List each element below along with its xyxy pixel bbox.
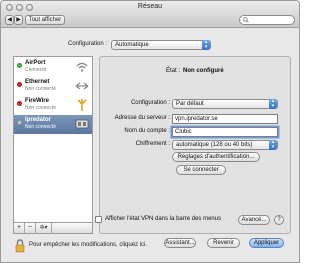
server-address-field[interactable]: vpn.ipredator.se — [172, 114, 278, 124]
window-title: Réseau — [137, 3, 163, 10]
encryption-select[interactable]: automatique (128 ou 40 bits) ▴ ▾ — [172, 140, 278, 150]
service-status: Non connecté — [25, 124, 56, 130]
apply-button[interactable]: Appliquer — [249, 238, 284, 248]
chevron-updown-icon: ▴ ▾ — [269, 140, 277, 150]
wifi-icon — [76, 62, 88, 72]
connect-button[interactable]: Se connecter — [176, 165, 226, 175]
service-name: FireWire — [25, 98, 49, 104]
encryption-label: Chiffrement : — [135, 141, 170, 147]
service-list-toolbar: + − ✲▾ — [13, 223, 93, 234]
chevron-updown-icon: ▴ ▾ — [269, 99, 277, 109]
firewire-icon — [77, 99, 87, 111]
show-vpn-status-label: Afficher l'état VPN dans la barre des me… — [105, 216, 222, 222]
configuration-label: Configuration : — [68, 41, 108, 47]
vpn-configuration-label: Configuration : — [130, 100, 170, 106]
chevron-updown-icon: ▴ ▾ — [202, 40, 210, 50]
title-bar: Réseau ◀ ▶ Tout afficher — [1, 1, 299, 28]
service-name: Ethernet — [25, 79, 50, 85]
service-list: AirPort Connecté Ethernet Non connecté F… — [13, 56, 93, 223]
lock-icon[interactable] — [15, 239, 25, 253]
forward-button[interactable]: ▶ — [14, 15, 23, 25]
encryption-value: automatique (128 ou 40 bits) — [176, 142, 253, 148]
status-label: État : — [165, 68, 180, 74]
ethernet-icon — [75, 82, 89, 90]
vpn-icon — [75, 119, 89, 129]
add-service-button[interactable]: + — [14, 223, 25, 233]
vpn-configuration-select[interactable]: Par défaut ▴ ▾ — [172, 99, 278, 109]
account-name-label: Nom du compte : — [124, 128, 170, 134]
assistant-button[interactable]: Assistant... — [164, 238, 196, 248]
service-item-firewire[interactable]: FireWire Non connecté — [14, 96, 92, 114]
show-vpn-status-checkbox[interactable] — [95, 216, 102, 223]
status-dot — [17, 101, 22, 106]
service-name: AirPort — [25, 60, 46, 66]
help-button[interactable]: ? — [274, 215, 284, 225]
account-name-field[interactable]: Clubic — [172, 127, 278, 137]
server-address-label: Adresse du serveur : — [114, 115, 170, 121]
status-dot — [17, 63, 22, 68]
service-detail-panel: État : Non configuré Configuration : Par… — [95, 56, 291, 234]
service-item-ipredator[interactable]: Ipredator Non connecté — [14, 115, 92, 134]
service-name: Ipredator — [25, 117, 52, 123]
search-field[interactable] — [239, 15, 295, 25]
service-item-ethernet[interactable]: Ethernet Non connecté — [14, 77, 92, 95]
remove-service-button[interactable]: − — [25, 223, 36, 233]
service-status: Non connecté — [25, 105, 56, 111]
service-item-airport[interactable]: AirPort Connecté — [14, 58, 92, 76]
status-dot — [17, 82, 22, 87]
status-dot — [17, 120, 22, 125]
back-button[interactable]: ◀ — [5, 15, 14, 25]
status-value: Non configuré — [183, 68, 224, 74]
network-preferences-window: Réseau ◀ ▶ Tout afficher Configuration :… — [0, 0, 300, 263]
lock-hint-text: Pour empêcher les modifications, cliquez… — [29, 242, 148, 248]
configuration-value: Automatique — [115, 42, 149, 48]
search-icon — [243, 17, 249, 23]
advanced-button[interactable]: Avancé... — [238, 215, 270, 225]
gear-icon[interactable]: ✲▾ — [36, 223, 52, 233]
show-all-button[interactable]: Tout afficher — [25, 15, 65, 25]
vpn-configuration-value: Par défaut — [176, 101, 204, 107]
authentication-settings-button[interactable]: Réglages d'authentification... — [172, 152, 260, 162]
service-status: Connecté — [25, 67, 47, 73]
service-status: Non connecté — [25, 86, 56, 92]
revert-button[interactable]: Revenir — [207, 238, 240, 248]
configuration-select[interactable]: Automatique ▴ ▾ — [111, 40, 211, 50]
